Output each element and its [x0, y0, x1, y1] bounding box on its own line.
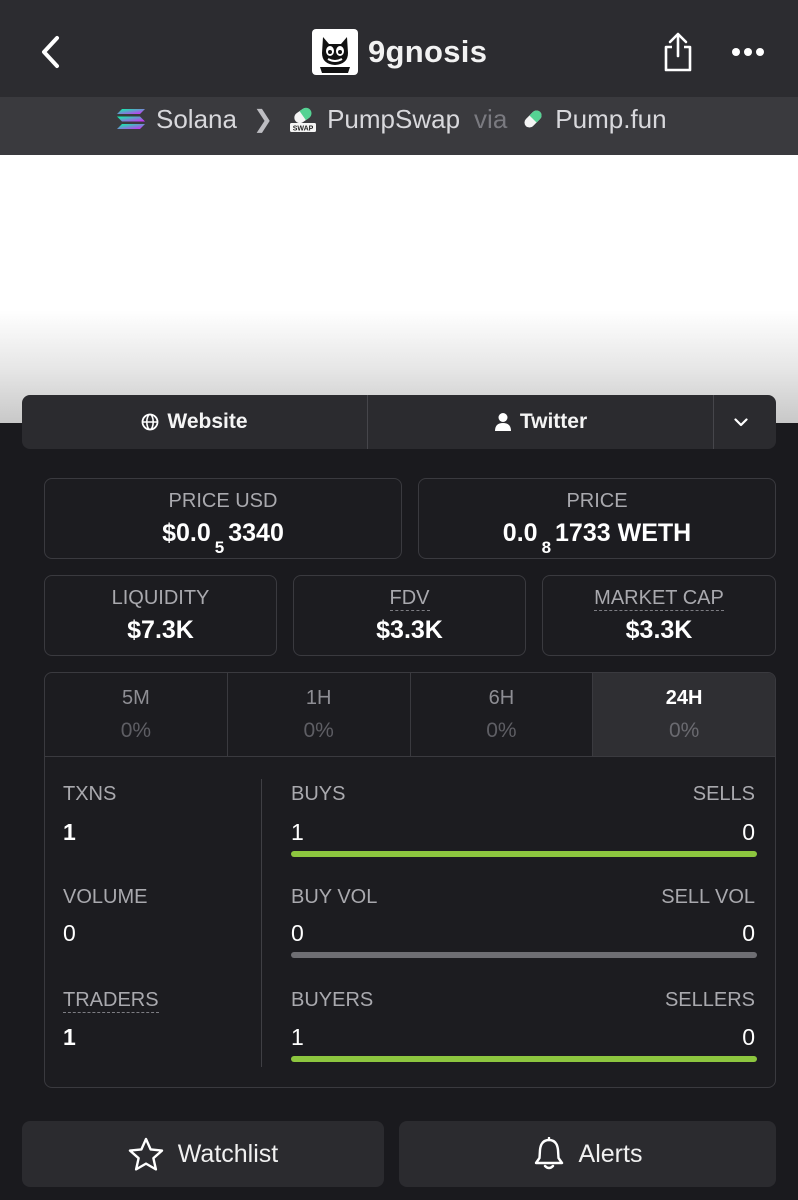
breadcrumb-dex[interactable]: PumpSwap [327, 104, 460, 135]
liquidity-card: LIQUIDITY $7.3K [44, 575, 277, 656]
txns-value: 1 [63, 819, 76, 845]
page-title: 9gnosis [368, 34, 488, 69]
tab-label: 24H [665, 687, 703, 709]
more-links-dropdown[interactable] [714, 395, 776, 449]
stats-divider [261, 779, 262, 1067]
cat-logo-icon [314, 31, 356, 73]
solana-icon [117, 109, 145, 129]
user-icon [494, 413, 511, 431]
sell-vol-value: 0 [742, 920, 755, 946]
fdv-label[interactable]: FDV [389, 587, 430, 611]
tab-6h[interactable]: 6H 0% [411, 673, 594, 756]
buys-sells-bar [291, 851, 757, 857]
breadcrumb-separator-icon: ❯ [252, 105, 274, 133]
chevron-left-icon [42, 36, 59, 68]
sells-value: 0 [742, 819, 755, 845]
chevron-down-icon [734, 417, 748, 426]
globe-icon [142, 413, 159, 431]
sells-label: SELLS [692, 783, 755, 805]
pumpfun-pill-icon [524, 110, 542, 128]
buyers-value: 1 [291, 1024, 304, 1050]
alerts-button[interactable]: Alerts [399, 1121, 776, 1187]
watchlist-label: Watchlist [177, 1139, 279, 1168]
fdv-card[interactable]: FDV $3.3K [293, 575, 526, 656]
watchlist-button[interactable]: Watchlist [22, 1121, 384, 1187]
tab-change: 0% [668, 719, 700, 742]
breadcrumb-launchpad[interactable]: Pump.fun [555, 104, 666, 135]
star-icon [128, 1137, 163, 1171]
token-avatar [312, 29, 358, 75]
volume-label: VOLUME [63, 886, 148, 908]
top-bar: 9gnosis [0, 0, 798, 97]
liquidity-label: LIQUIDITY [111, 587, 210, 609]
share-icon [664, 32, 692, 72]
back-button[interactable] [30, 30, 70, 74]
price-usd-value: $0.053340 [162, 519, 284, 557]
breadcrumb-chain[interactable]: Solana [156, 104, 237, 135]
breadcrumb-bar: Solana ❯ SWAP PumpSwap via Pump.fun [0, 97, 798, 155]
market-cap-value: $3.3K [625, 616, 693, 644]
price-native-value: 0.081733 WETH [502, 519, 692, 557]
tab-label: 5M [121, 687, 150, 709]
tab-label: 1H [305, 687, 332, 709]
volume-value: 0 [63, 920, 76, 946]
more-options-button[interactable] [724, 30, 772, 74]
token-banner-image [0, 155, 798, 423]
buyers-sellers-bar [291, 1056, 757, 1062]
volume-bar [291, 952, 757, 958]
sellers-value: 0 [742, 1024, 755, 1050]
tab-5m[interactable]: 5M 0% [45, 673, 228, 756]
txns-label: TXNS [63, 783, 117, 805]
traders-value: 1 [63, 1024, 76, 1050]
market-cap-card[interactable]: MARKET CAP $3.3K [542, 575, 776, 656]
market-cap-label[interactable]: MARKET CAP [594, 587, 724, 611]
buys-label: BUYS [291, 783, 346, 805]
tab-change: 0% [486, 719, 517, 742]
trading-stats-panel: 5M 0% 1H 0% 6H 0% 24H 0% TXNS 1 BUYS 1 S… [44, 672, 776, 1088]
twitter-button[interactable]: Twitter [368, 395, 714, 449]
breadcrumb-via: via [474, 103, 508, 134]
ellipsis-icon [732, 48, 764, 56]
swap-badge: SWAP [293, 126, 314, 133]
social-links-bar: Website Twitter [22, 395, 776, 449]
sellers-label: SELLERS [664, 989, 755, 1011]
traders-label[interactable]: TRADERS [63, 989, 159, 1013]
buys-value: 1 [291, 819, 304, 845]
price-usd-card: PRICE USD $0.053340 [44, 478, 402, 559]
fdv-value: $3.3K [376, 616, 443, 644]
tab-24h[interactable]: 24H 0% [593, 673, 775, 756]
price-native-card: PRICE 0.081733 WETH [418, 478, 776, 559]
buy-vol-value: 0 [291, 920, 304, 946]
token-title: 9gnosis [312, 28, 487, 76]
tab-change: 0% [120, 719, 152, 742]
buyers-label: BUYERS [291, 989, 374, 1011]
alerts-label: Alerts [578, 1139, 643, 1168]
buy-vol-label: BUY VOL [291, 886, 378, 908]
website-label: Website [167, 410, 248, 433]
bell-icon [534, 1137, 563, 1170]
price-label: PRICE [566, 490, 628, 512]
share-button[interactable] [656, 30, 700, 74]
timeframe-tabs: 5M 0% 1H 0% 6H 0% 24H 0% [45, 673, 775, 757]
website-button[interactable]: Website [22, 395, 368, 449]
price-usd-label: PRICE USD [168, 490, 278, 512]
tab-change: 0% [303, 719, 334, 742]
sell-vol-label: SELL VOL [661, 886, 755, 908]
breadcrumb: Solana ❯ SWAP PumpSwap via Pump.fun [116, 97, 667, 141]
liquidity-value: $7.3K [127, 616, 194, 644]
pumpswap-icon: SWAP [290, 107, 317, 133]
twitter-label: Twitter [519, 410, 588, 433]
tab-label: 6H [488, 687, 515, 709]
tab-1h[interactable]: 1H 0% [228, 673, 411, 756]
